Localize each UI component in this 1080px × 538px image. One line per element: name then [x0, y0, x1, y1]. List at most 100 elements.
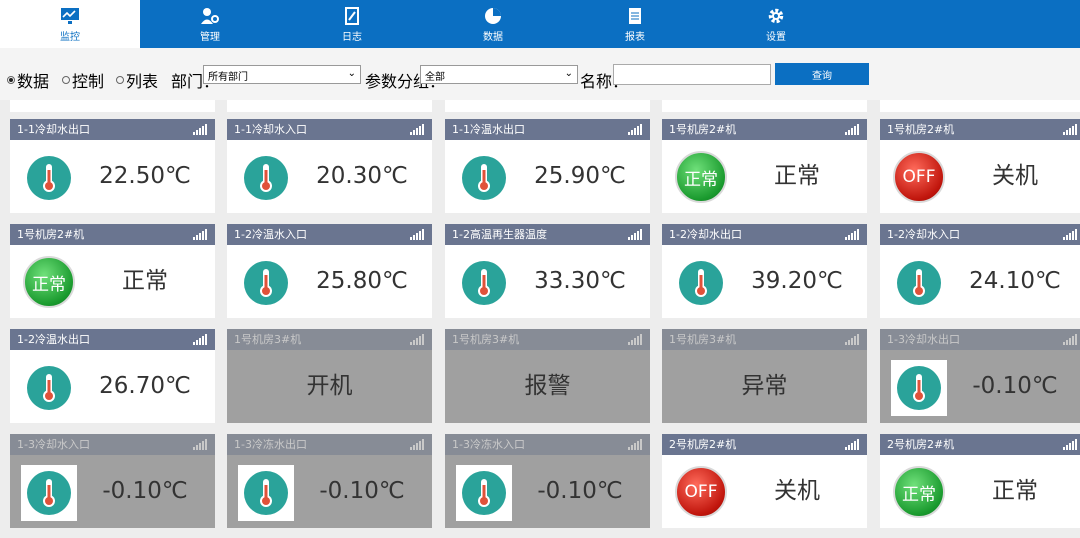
card-title-text: 1-2冷温水出口: [17, 333, 90, 346]
monitor-card[interactable]: 2号机房2#机 正常 正常: [880, 434, 1080, 528]
monitor-card[interactable]: 1号机房2#机 OFF 关机: [880, 119, 1080, 213]
nav-item-3[interactable]: 数据: [423, 0, 563, 48]
nav-item-5[interactable]: 设置: [706, 0, 846, 48]
monitor-card[interactable]: 1号机房2#机 正常 正常: [662, 119, 867, 213]
radio-list[interactable]: 列表: [116, 68, 158, 92]
radio-data[interactable]: 数据: [7, 68, 49, 92]
signal-icon: [1063, 439, 1079, 450]
nav-item-label: 设置: [766, 31, 786, 43]
signal-icon: [628, 229, 644, 240]
card-title-text: 1-3冷却水出口: [887, 333, 960, 346]
monitor-card[interactable]: 1-2高温再生器温度 33.30℃: [445, 224, 650, 318]
gear-icon: [766, 6, 786, 26]
radio-data-dot[interactable]: [7, 76, 15, 84]
card-title: 1-2冷温水入口: [227, 224, 432, 245]
card-title: 2号机房2#机: [880, 434, 1080, 455]
thermometer-icon: [243, 155, 289, 201]
card-partial: [880, 100, 1080, 112]
card-title-text: 1-2冷却水入口: [887, 228, 960, 241]
nav-item-4[interactable]: 报表: [565, 0, 705, 48]
monitor-card[interactable]: 1号机房2#机 正常 正常: [10, 224, 215, 318]
thermometer-icon: [26, 470, 72, 516]
thermometer-icon: [896, 260, 942, 306]
temperature-value: 22.50℃: [99, 163, 191, 189]
signal-icon: [193, 439, 209, 450]
card-title-text: 1-1冷温水出口: [452, 123, 525, 136]
card-title: 1-3冷却水入口: [10, 434, 215, 455]
thermometer-icon: [461, 260, 507, 306]
notebook-icon: [342, 6, 362, 26]
monitor-card[interactable]: 1号机房3#机 异常: [662, 329, 867, 423]
monitor-card[interactable]: 1-2冷却水出口 39.20℃: [662, 224, 867, 318]
signal-icon: [410, 229, 426, 240]
radio-control-label: 控制: [72, 72, 105, 91]
card-title-text: 1-2冷却水出口: [669, 228, 742, 241]
monitor-card[interactable]: 1-2冷温水入口 25.80℃: [227, 224, 432, 318]
signal-icon: [1063, 229, 1079, 240]
nav-item-label: 管理: [200, 31, 220, 43]
card-title: 1-3冷却水出口: [880, 329, 1080, 350]
card-title: 1-1冷却水入口: [227, 119, 432, 140]
thermometer-icon: [243, 260, 289, 306]
signal-icon: [410, 334, 426, 345]
card-title-text: 2号机房2#机: [669, 438, 737, 451]
temperature-value: 25.80℃: [316, 268, 408, 294]
monitor-card[interactable]: 1号机房3#机 开机: [227, 329, 432, 423]
pie-chart-icon: [483, 6, 503, 26]
signal-icon: [628, 124, 644, 135]
thermometer-icon: [26, 365, 72, 411]
status-text: 关机: [992, 163, 1038, 189]
status-text: 报警: [524, 373, 571, 399]
card-title-text: 1号机房3#机: [452, 333, 520, 346]
monitor-card[interactable]: 1-1冷却水入口 20.30℃: [227, 119, 432, 213]
card-partial: [10, 100, 215, 112]
monitor-card[interactable]: 2号机房2#机 OFF 关机: [662, 434, 867, 528]
card-title: 1号机房2#机: [10, 224, 215, 245]
card-title: 1号机房3#机: [662, 329, 867, 350]
card-title: 2号机房2#机: [662, 434, 867, 455]
card-title-text: 1号机房2#机: [669, 123, 737, 136]
thermometer-icon: [26, 155, 72, 201]
monitor-card[interactable]: 1-1冷温水出口 25.90℃: [445, 119, 650, 213]
card-partial: [662, 100, 867, 112]
radio-list-dot[interactable]: [116, 76, 124, 84]
monitor-card[interactable]: 1-2冷温水出口 26.70℃: [10, 329, 215, 423]
nav-item-label: 报表: [625, 31, 645, 43]
card-title: 1-3冷冻水出口: [227, 434, 432, 455]
radio-control-dot[interactable]: [62, 76, 70, 84]
card-title-text: 1号机房3#机: [669, 333, 737, 346]
group-select[interactable]: 全部 ⌄: [420, 65, 578, 84]
monitor-card[interactable]: 1-3冷冻水入口 -0.10℃: [445, 434, 650, 528]
card-title-text: 2号机房2#机: [887, 438, 955, 451]
signal-icon: [410, 124, 426, 135]
nav-item-0[interactable]: 监控: [0, 0, 140, 48]
chevron-down-icon: ⌄: [347, 68, 356, 79]
name-input[interactable]: [613, 64, 771, 85]
monitor-card[interactable]: 1-3冷却水出口 -0.10℃: [880, 329, 1080, 423]
nav-item-1[interactable]: 管理: [140, 0, 280, 48]
nav-item-label: 监控: [60, 31, 80, 43]
monitor-card[interactable]: 1-3冷冻水出口 -0.10℃: [227, 434, 432, 528]
radio-control[interactable]: 控制: [62, 68, 104, 92]
chart-monitor-icon: [60, 6, 80, 26]
status-off-icon: OFF: [675, 466, 727, 518]
thermometer-icon: [243, 470, 289, 516]
monitor-card[interactable]: 1-1冷却水出口 22.50℃: [10, 119, 215, 213]
thermometer-icon: [896, 365, 942, 411]
nav-item-2[interactable]: 日志: [282, 0, 422, 48]
status-normal-icon: 正常: [893, 466, 945, 518]
temperature-value: -0.10℃: [537, 478, 623, 504]
card-title: 1号机房2#机: [662, 119, 867, 140]
card-title: 1号机房3#机: [445, 329, 650, 350]
signal-icon: [410, 439, 426, 450]
query-button[interactable]: 查询: [775, 63, 869, 85]
monitor-card[interactable]: 1-2冷却水入口 24.10℃: [880, 224, 1080, 318]
temperature-value: 25.90℃: [534, 163, 626, 189]
card-title-text: 1-2高温再生器温度: [452, 228, 547, 241]
card-title: 1号机房2#机: [880, 119, 1080, 140]
monitor-card[interactable]: 1-3冷却水入口 -0.10℃: [10, 434, 215, 528]
dept-select[interactable]: 所有部门 ⌄: [203, 65, 361, 84]
radio-list-label: 列表: [126, 72, 159, 91]
monitor-card[interactable]: 1号机房3#机报警: [445, 329, 650, 423]
card-title: 1号机房3#机: [227, 329, 432, 350]
